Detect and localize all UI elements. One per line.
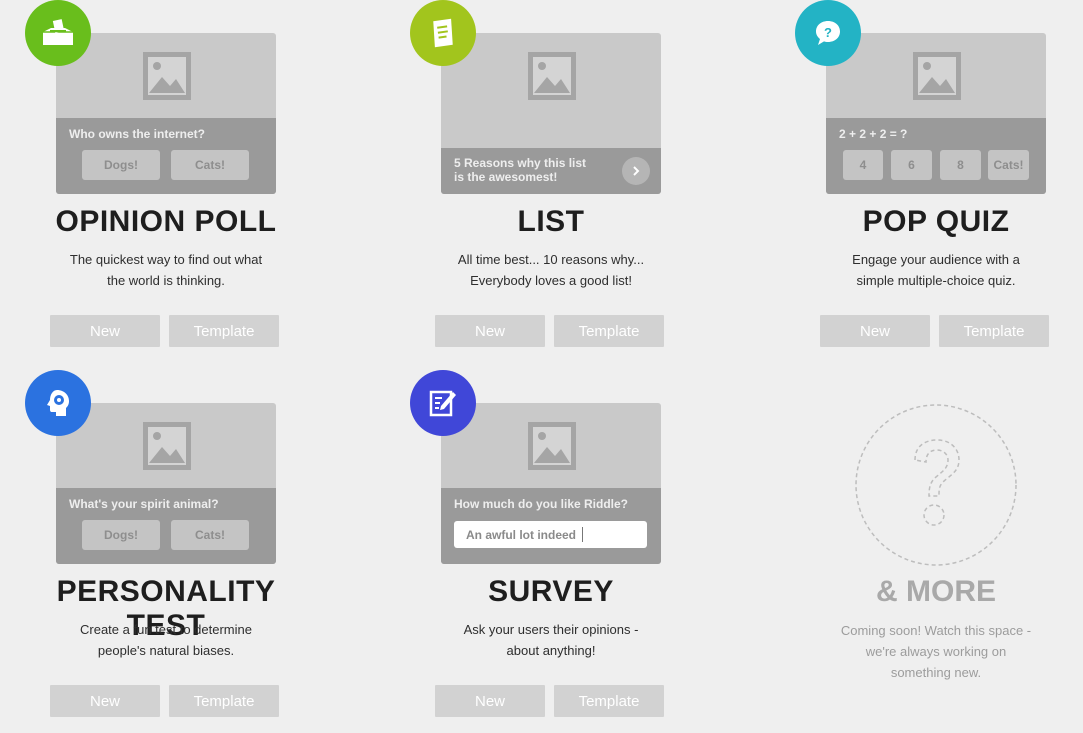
preview-thumbnail: Who owns the internet? Dogs! Cats! <box>56 33 276 194</box>
ballot-box-icon <box>43 19 73 45</box>
card-description: The quickest way to find out what the wo… <box>69 252 263 288</box>
image-placeholder-icon <box>528 52 576 100</box>
new-button[interactable]: New <box>435 685 545 717</box>
card-title: LIST <box>517 205 585 238</box>
template-button[interactable]: Template <box>554 685 664 717</box>
card-description: Create a fun test to determine people's … <box>80 622 252 658</box>
card-personality-test: What's your spirit animal? Dogs! Cats! P… <box>25 370 385 730</box>
template-button[interactable]: Template <box>554 315 664 347</box>
new-button[interactable]: New <box>435 315 545 347</box>
preview-answer-field: An awful lot indeed <box>454 521 647 548</box>
preview-option: Cats! <box>171 520 249 550</box>
template-button[interactable]: Template <box>169 685 279 717</box>
category-badge <box>25 370 91 436</box>
card-list: 5 Reasons why this list is the awesomest… <box>410 0 770 360</box>
preview-question: What's your spirit animal? <box>69 497 219 511</box>
image-placeholder-icon <box>143 52 191 100</box>
preview-option: Dogs! <box>82 150 160 180</box>
image-placeholder-icon <box>528 422 576 470</box>
preview-question: 5 Reasons why this list is the awesomest… <box>454 156 587 184</box>
preview-question: How much do you like Riddle? <box>454 497 629 511</box>
head-gear-icon <box>47 390 69 416</box>
category-badge <box>410 370 476 436</box>
card-description: All time best... 10 reasons why... Every… <box>457 252 645 288</box>
form-pencil-icon <box>429 390 456 417</box>
text-cursor <box>582 527 583 542</box>
category-badge <box>25 0 91 66</box>
image-placeholder-icon <box>143 422 191 470</box>
category-badge <box>410 0 476 66</box>
card-opinion-poll: Who owns the internet? Dogs! Cats! OPINI… <box>25 0 385 360</box>
next-arrow-icon <box>622 157 650 185</box>
card-more: & MORE Coming soon! Watch this space - w… <box>795 0 1083 680</box>
card-title: SURVEY <box>488 575 614 608</box>
template-button[interactable]: Template <box>169 315 279 347</box>
preview-option: Cats! <box>171 150 249 180</box>
list-scroll-icon <box>433 18 453 48</box>
preview-option: Dogs! <box>82 520 160 550</box>
card-description: Ask your users their opinions - about an… <box>463 622 639 658</box>
preview-thumbnail: 5 Reasons why this list is the awesomest… <box>441 33 661 194</box>
preview-thumbnail: How much do you like Riddle? An awful lo… <box>441 403 661 564</box>
new-button[interactable]: New <box>50 315 160 347</box>
more-title: & MORE <box>876 575 996 608</box>
preview-thumbnail: What's your spirit animal? Dogs! Cats! <box>56 403 276 564</box>
new-button[interactable]: New <box>50 685 160 717</box>
preview-question: Who owns the internet? <box>69 127 205 141</box>
more-description: Coming soon! Watch this space - we're al… <box>840 623 1032 680</box>
card-survey: How much do you like Riddle? An awful lo… <box>410 370 770 730</box>
question-mark-icon <box>855 404 1017 566</box>
card-title: OPINION POLL <box>55 205 277 238</box>
